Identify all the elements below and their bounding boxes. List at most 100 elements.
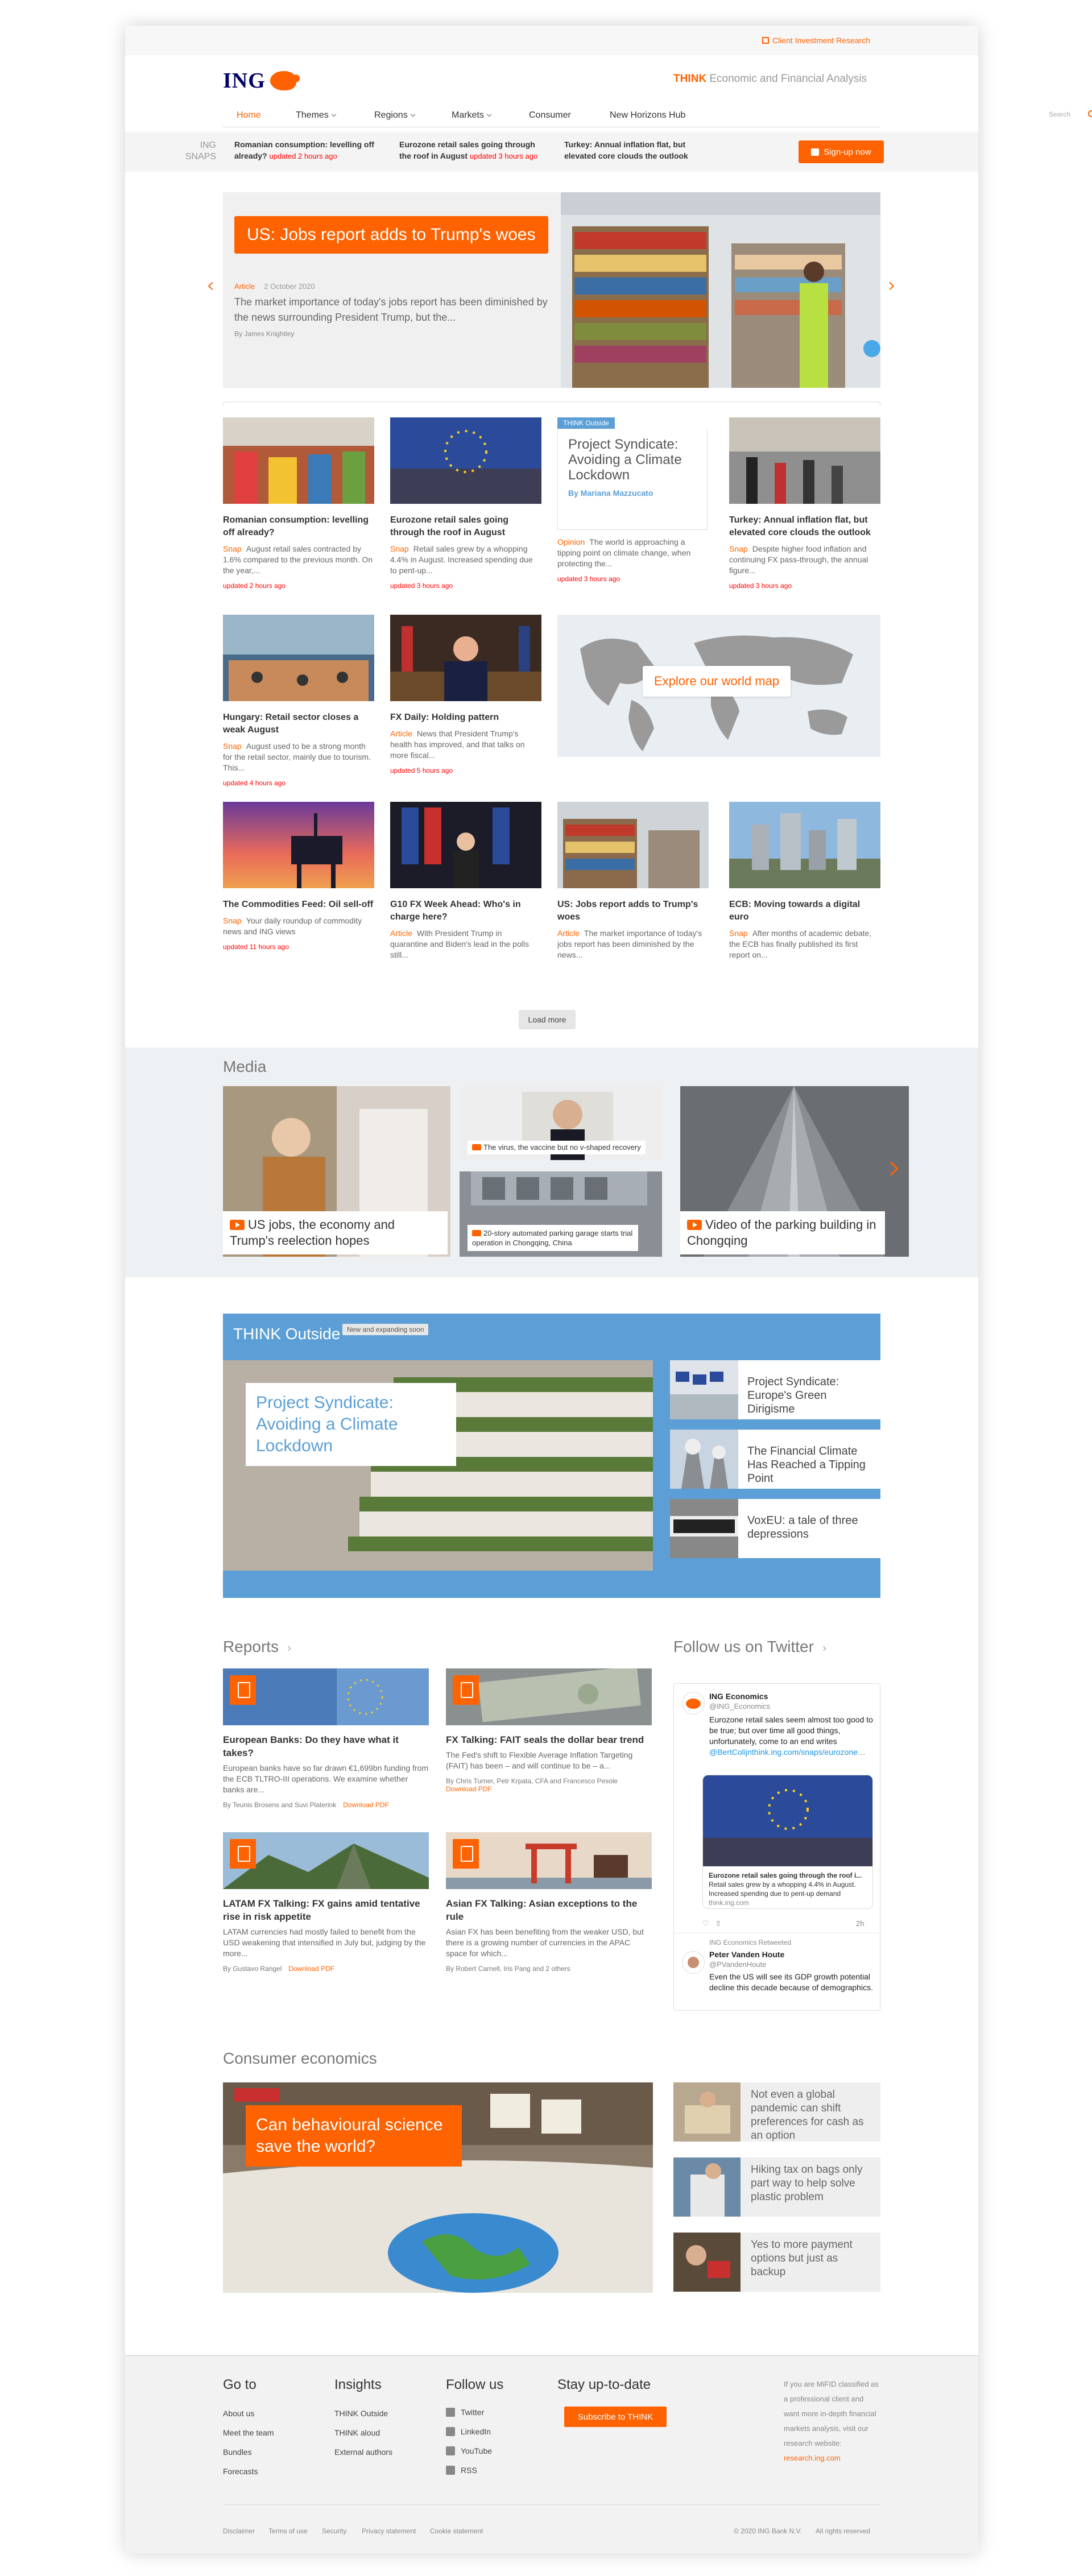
report-card[interactable]: LATAM FX Talking: FX gains amid tentativ… xyxy=(223,1832,429,1973)
snap-item[interactable]: Turkey: Annual inflation flat, but eleva… xyxy=(564,139,709,161)
world-map[interactable]: Explore our world map xyxy=(557,615,880,757)
subscribe-button[interactable]: Subscribe to THINK xyxy=(564,2407,667,2427)
tweet-actions[interactable]: ♡ ⇧ xyxy=(702,1919,721,1928)
nav-consumer[interactable]: Consumer xyxy=(529,110,571,121)
footer-link[interactable]: Bundles xyxy=(223,2447,252,2457)
media-video-card[interactable]: Video of the parking building in Chongqi… xyxy=(680,1086,909,1257)
think-main-caption: Project Syndicate: Avoiding a Climate Lo… xyxy=(246,1383,456,1466)
article-card[interactable]: The Commodities Feed: Oil sell-off Snap Y… xyxy=(223,802,374,951)
consumer-item[interactable]: Hiking tax on bags only part way to help… xyxy=(673,2157,880,2217)
footer-terms-link[interactable]: Terms of use xyxy=(268,2527,308,2535)
snaps-label: ING SNAPS xyxy=(185,140,216,161)
thumbs-up-icon xyxy=(811,148,820,156)
rss-icon xyxy=(446,2466,455,2475)
chat-icon[interactable] xyxy=(863,340,880,357)
play-icon xyxy=(230,1220,245,1230)
footer-twitter-link[interactable]: Twitter xyxy=(446,2408,484,2417)
nav-new-horizons[interactable]: New Horizons Hub xyxy=(610,110,685,121)
think-outside-item[interactable]: Project Syndicate: Europe's Green Dirigi… xyxy=(670,1360,880,1419)
download-pdf-link[interactable]: Download PDF xyxy=(288,1965,334,1973)
footer-link[interactable]: THINK aloud xyxy=(334,2428,380,2437)
think-main-feature[interactable]: Project Syndicate: Avoiding a Climate Lo… xyxy=(223,1360,653,1571)
article-card[interactable]: Turkey: Annual inflation flat, but eleva… xyxy=(729,417,880,590)
linkedin-icon xyxy=(446,2427,455,2436)
hero-summary: The market importance of today's jobs re… xyxy=(234,296,548,323)
nav-regions[interactable]: Regions xyxy=(374,110,415,121)
nav-home[interactable]: Home xyxy=(237,110,261,121)
footer-link[interactable]: Meet the team xyxy=(223,2428,274,2437)
tweet-link-card[interactable]: Eurozone retail sales going through the … xyxy=(702,1775,873,1909)
avatar xyxy=(682,1951,705,1974)
load-more-button[interactable]: Load more xyxy=(519,1010,576,1029)
media-video-card[interactable]: US jobs, the economy and Trump's reelect… xyxy=(223,1086,450,1257)
think-tagline: THINK Economic and Financial Analysis xyxy=(673,73,867,85)
media-video-card[interactable]: The virus, the vaccine but no v-shaped r… xyxy=(460,1086,662,1160)
hero-meta: Article 2 October 2020 xyxy=(234,282,315,291)
article-card[interactable]: US: Jobs report adds to Trump's woes Art… xyxy=(557,802,709,960)
pdf-icon xyxy=(453,1839,479,1869)
twitter-feed[interactable]: ING Economics @ING_Economics Eurozone re… xyxy=(673,1683,880,2011)
card-thumbnail xyxy=(729,417,880,504)
report-card[interactable]: European Banks: Do they have what it tak… xyxy=(223,1668,429,1809)
twitter-icon xyxy=(446,2408,455,2417)
consumer-main-feature[interactable]: Can behavioural science save the world? xyxy=(223,2082,653,2293)
chevron-down-icon xyxy=(486,111,492,117)
mifid-note: If you are MiFID classified as a profess… xyxy=(784,2380,879,2462)
consumer-item-image xyxy=(673,2082,741,2142)
opinion-card[interactable]: THINK Outside Project Syndicate: Avoidin… xyxy=(557,417,709,588)
hero-article[interactable]: US: Jobs report adds to Trump's woes Art… xyxy=(223,192,880,388)
think-outside-title: THINK Outside xyxy=(233,1325,341,1343)
pdf-icon xyxy=(453,1675,479,1705)
download-pdf-link[interactable]: Download PDF xyxy=(343,1801,389,1809)
consumer-item[interactable]: Yes to more payment options but just as … xyxy=(673,2233,880,2292)
report-card[interactable]: FX Talking: FAIT seals the dollar bear t… xyxy=(446,1668,652,1793)
article-card[interactable]: Hungary: Retail sector closes a weak Aug… xyxy=(223,615,374,787)
footer-disclaimer-link[interactable]: Disclaimer xyxy=(223,2527,255,2535)
download-pdf-link[interactable]: Download PDF xyxy=(446,1785,492,1793)
think-outside-item[interactable]: VoxEU: a tale of three depressions xyxy=(670,1499,880,1558)
article-card[interactable]: ECB: Moving towards a digital euro Snap A… xyxy=(729,802,880,960)
search-icon xyxy=(1088,110,1092,117)
explore-map-button[interactable]: Explore our world map xyxy=(643,666,791,697)
main-nav: Home Themes Regions Markets Consumer New… xyxy=(223,106,1092,127)
search-input[interactable]: Search xyxy=(1049,110,1070,118)
think-item-image xyxy=(670,1360,738,1419)
client-research-link[interactable]: Client Investment Research xyxy=(762,36,870,45)
footer-link[interactable]: Forecasts xyxy=(223,2467,258,2476)
consumer-main-caption: Can behavioural science save the world? xyxy=(246,2105,462,2167)
card-thumbnail xyxy=(390,802,541,888)
think-outside-badge: THINK Outside xyxy=(557,417,615,429)
footer-youtube-link[interactable]: YouTube xyxy=(446,2446,492,2455)
research-link[interactable]: research.ing.com xyxy=(784,2454,841,2462)
article-card[interactable]: G10 FX Week Ahead: Who's in charge here?… xyxy=(390,802,541,960)
card-thumbnail xyxy=(223,417,374,504)
footer-privacy-link[interactable]: Privacy statement xyxy=(362,2527,416,2535)
twitter-title[interactable]: Follow us on Twitter xyxy=(673,1638,826,1656)
nav-markets[interactable]: Markets xyxy=(452,110,492,121)
article-card[interactable]: Romanian consumption: levelling off alre… xyxy=(223,417,374,590)
signup-button[interactable]: Sign-up now xyxy=(799,140,884,163)
footer-linkedin-link[interactable]: LinkedIn xyxy=(446,2427,491,2436)
snap-item[interactable]: Eurozone retail sales going through the … xyxy=(399,139,544,162)
consumer-item[interactable]: Not even a global pandemic can shift pre… xyxy=(673,2082,880,2142)
snap-item[interactable]: Romanian consumption: levelling off alre… xyxy=(234,139,379,162)
article-card[interactable]: Eurozone retail sales going through the … xyxy=(390,417,541,590)
nav-themes[interactable]: Themes xyxy=(296,110,337,121)
media-title: Media xyxy=(223,1058,267,1075)
search-button[interactable] xyxy=(1084,107,1092,124)
ing-logo[interactable]: ING xyxy=(223,68,300,93)
report-card[interactable]: Asian FX Talking: Asian exceptions to th… xyxy=(446,1832,652,1973)
article-card[interactable]: FX Daily: Holding pattern Article News th… xyxy=(390,615,541,775)
footer-link[interactable]: About us xyxy=(223,2409,254,2418)
footer-rss-link[interactable]: RSS xyxy=(446,2466,477,2475)
footer-link[interactable]: THINK Outside xyxy=(334,2409,388,2418)
think-outside-item[interactable]: The Financial Climate Has Reached a Tipp… xyxy=(670,1430,880,1489)
footer-link[interactable]: External authors xyxy=(334,2447,392,2457)
footer-goto-title: Go to xyxy=(223,2377,257,2392)
play-icon xyxy=(687,1220,702,1230)
footer-security-link[interactable]: Security xyxy=(322,2527,346,2535)
footer-cookie-link[interactable]: Cookie statement xyxy=(430,2527,483,2535)
tweet-text: Even the US will see its GDP growth pote… xyxy=(709,1972,873,1992)
reports-title[interactable]: Reports xyxy=(223,1638,291,1656)
media-video-card[interactable]: 20-story automated parking garage starts… xyxy=(460,1171,662,1257)
